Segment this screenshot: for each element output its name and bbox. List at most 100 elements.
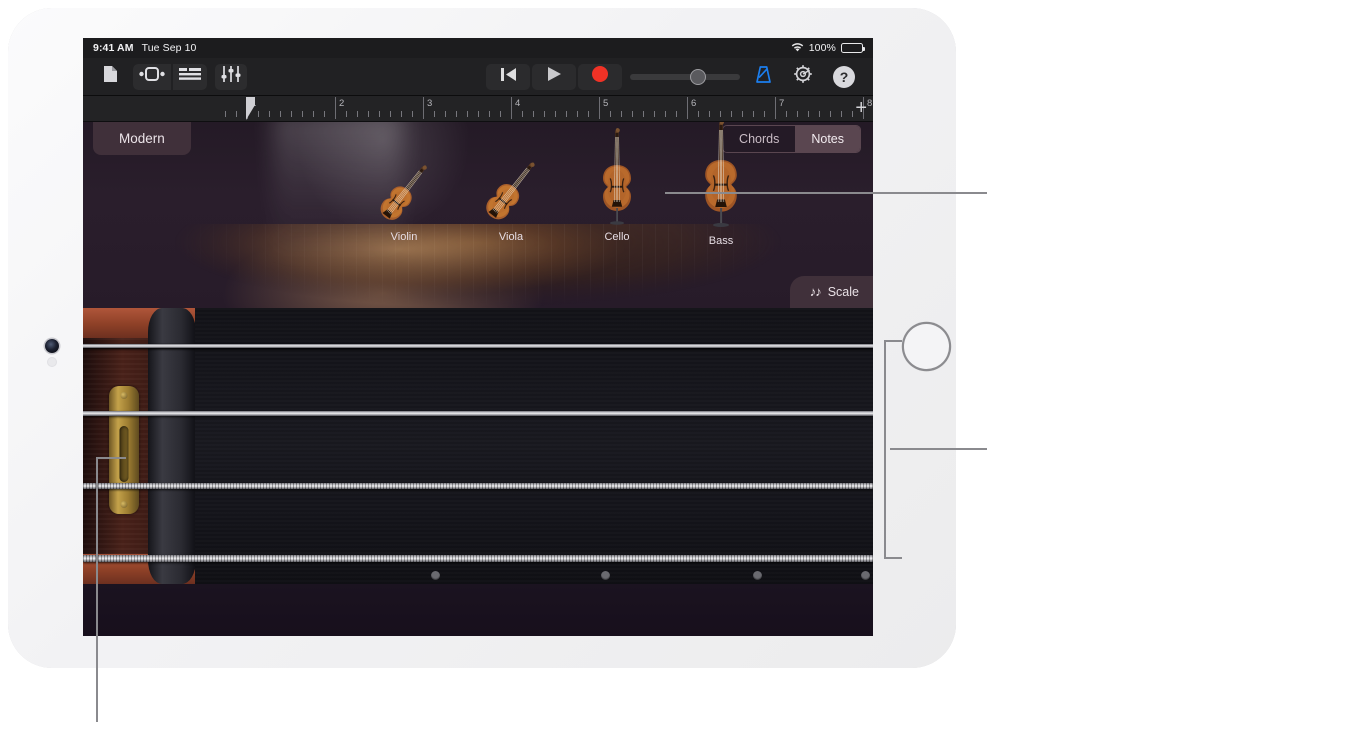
string-row-4[interactable]: [83, 555, 873, 562]
string-row-1[interactable]: [83, 344, 873, 348]
loop-browser-button[interactable]: [133, 63, 171, 90]
instrument-label: Bass: [708, 235, 734, 247]
timeline-ruler[interactable]: 12345678 +: [83, 96, 873, 122]
instrument-chooser: Modern Chords Notes Violin Viola Cello B…: [83, 122, 873, 308]
ruler-tick: [280, 111, 281, 117]
ruler-tick: [588, 111, 589, 117]
scale-button-label: Scale: [827, 284, 859, 299]
ruler-tick: [500, 111, 501, 117]
ruler-bar-number: 2: [339, 98, 345, 109]
tuning-machine-icon[interactable]: [109, 386, 139, 514]
instrument-view-icon: [139, 67, 165, 86]
callout-bracket-top: [884, 340, 902, 342]
ruler-tick: [797, 111, 798, 117]
slider-thumb[interactable]: [690, 68, 707, 85]
ruler-bar-number: 6: [691, 98, 697, 109]
master-volume-slider[interactable]: [630, 64, 740, 90]
view-toggle-group: [133, 63, 207, 90]
document-icon: [103, 65, 118, 88]
status-date: Tue Sep 10: [141, 42, 197, 54]
ruler-tick: [302, 111, 303, 117]
mixer-button[interactable]: [215, 63, 247, 90]
play-button[interactable]: [532, 63, 576, 90]
instrument-viola[interactable]: Viola: [475, 154, 547, 243]
ruler-tick: [676, 111, 677, 117]
faders-icon: [221, 66, 241, 87]
instrument-bass[interactable]: Bass: [685, 122, 757, 247]
ruler-tick: [390, 111, 391, 117]
ruler-tick: [368, 111, 369, 117]
metronome-button[interactable]: [748, 64, 779, 90]
play-icon: [546, 66, 562, 87]
ruler-tick: [764, 111, 765, 117]
add-section-button[interactable]: +: [855, 98, 867, 118]
position-marker: [861, 571, 870, 580]
ruler-tick: [808, 111, 809, 117]
main-toolbar: ?: [83, 58, 873, 96]
fretboard[interactable]: [195, 308, 873, 584]
ruler-tick: [665, 111, 666, 117]
ruler-tick: [841, 111, 842, 117]
record-icon: [591, 65, 609, 88]
help-button[interactable]: ?: [827, 64, 861, 90]
position-marker: [753, 571, 762, 580]
ruler-tick: [632, 111, 633, 117]
ruler-tick: [544, 111, 545, 117]
status-bar: 9:41 AM Tue Sep 10 100%: [83, 38, 873, 58]
ruler-tick: [852, 111, 853, 117]
ruler-tick: [258, 111, 259, 117]
ruler-tick: [445, 111, 446, 117]
status-time: 9:41 AM: [93, 42, 134, 54]
ruler-tick: [533, 111, 534, 117]
string-row-3[interactable]: [83, 483, 873, 489]
settings-button[interactable]: [787, 64, 819, 90]
ruler-tick: [819, 111, 820, 117]
instrument-cello[interactable]: Cello: [581, 128, 653, 243]
ruler-tick: [401, 111, 402, 117]
ruler-tick: [566, 111, 567, 117]
callout-line-strings: [890, 448, 987, 450]
ruler-tick: [621, 111, 622, 117]
string-instrument[interactable]: [83, 308, 873, 636]
question-mark-icon: ?: [833, 65, 855, 88]
ruler-tick: [489, 111, 490, 117]
rewind-button[interactable]: [486, 63, 530, 90]
ruler-tick: [478, 111, 479, 117]
ruler-tick: [643, 111, 644, 117]
position-marker: [601, 571, 610, 580]
instrument-list: Violin Viola Cello Bass: [83, 122, 873, 248]
ruler-bar-number: 3: [427, 98, 433, 109]
callout-bracket-vertical: [884, 340, 886, 559]
ruler-tick: [225, 111, 226, 117]
tracks-view-icon: [179, 67, 201, 86]
playhead[interactable]: [245, 97, 257, 121]
ruler-tick: [467, 111, 468, 117]
rewind-to-start-icon: [500, 67, 517, 87]
tracks-view-button[interactable]: [173, 63, 207, 90]
transport-controls: [486, 63, 622, 90]
ruler-tick: [236, 111, 237, 117]
nut: [148, 308, 196, 584]
instrument-violin[interactable]: Violin: [368, 158, 440, 243]
ruler-tick: [786, 111, 787, 117]
ruler-tick: [324, 111, 325, 117]
record-button[interactable]: [578, 63, 622, 90]
ruler-bar-line: [775, 97, 776, 119]
ruler-tick: [709, 111, 710, 117]
document-button[interactable]: [95, 64, 125, 90]
ruler-tick: [522, 111, 523, 117]
screenshot-root: 9:41 AM Tue Sep 10 100% ? 2 3 4 5 6 7 8 …: [0, 0, 1357, 742]
ruler-bar-line: [423, 97, 424, 119]
battery-icon: [841, 43, 865, 53]
ruler-tick: [731, 111, 732, 117]
ruler-bar-number: 8: [867, 98, 873, 109]
string-row-2[interactable]: [83, 411, 873, 416]
home-button[interactable]: [904, 324, 949, 369]
callout-line-instrument: [665, 192, 987, 194]
ipad-screen: 9:41 AM Tue Sep 10 100% ? 2 3 4 5 6 7 8 …: [83, 38, 873, 636]
double-eighth-note-icon: ♪♪: [809, 284, 822, 299]
ruler-tick: [434, 111, 435, 117]
front-camera-icon: [45, 339, 59, 353]
ruler-bar-line: [599, 97, 600, 119]
scale-button[interactable]: ♪♪ Scale: [789, 276, 873, 308]
